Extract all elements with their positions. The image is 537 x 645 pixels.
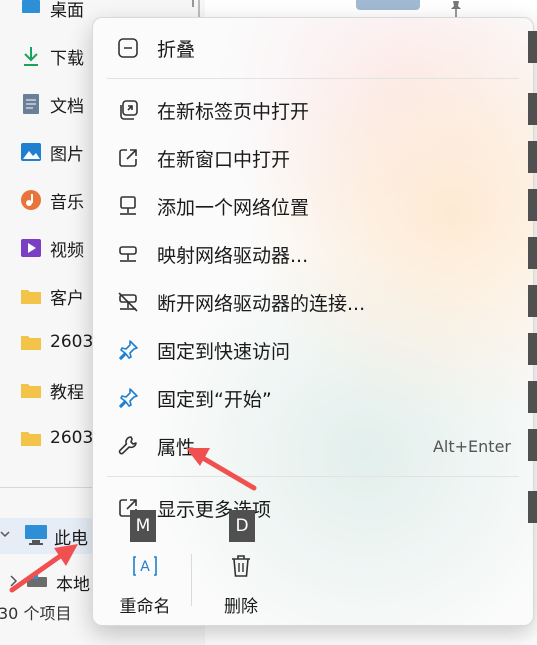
svg-text:A: A: [140, 559, 150, 575]
shortcut-label: Alt+Enter: [432, 436, 511, 456]
menu-item-disconnect-network-drive[interactable]: 断开网络驱动器的连接...: [93, 280, 533, 324]
keytip-delete: D: [229, 510, 255, 542]
nav-item-label: 视频: [50, 240, 84, 261]
menu-item-label: 添加一个网络位置: [157, 196, 310, 219]
rename-icon: A: [131, 552, 159, 580]
nav-item-documents[interactable]: 文档: [20, 88, 84, 120]
pin-icon: [115, 337, 141, 363]
trash-icon: [227, 552, 255, 580]
nav-item-label: 图片: [50, 144, 84, 165]
nav-item-folder[interactable]: 客户: [20, 280, 84, 312]
disconnect-drive-icon: [115, 289, 141, 315]
pictures-icon: [20, 141, 42, 163]
nav-item-folder[interactable]: 2603: [20, 422, 93, 454]
nav-item-downloads[interactable]: 下载: [20, 40, 84, 72]
keytip-edge: [528, 31, 537, 63]
annotation-arrow-properties: [186, 448, 257, 491]
nav-item-label: 音乐: [50, 192, 84, 213]
collapse-icon: [115, 35, 141, 61]
menu-separator: [107, 476, 519, 477]
keytip-edge: [528, 381, 537, 413]
menu-item-label: 固定到快速访问: [157, 340, 291, 363]
keytip-edge: [528, 285, 537, 317]
delete-button[interactable]: 删除: [197, 536, 285, 625]
annotation-arrow-this-pc: [9, 544, 78, 593]
keytip-edge: [528, 141, 537, 173]
new-window-icon: [115, 145, 141, 171]
context-menu-command-bar: A 重命名 删除: [93, 536, 533, 625]
menu-item-pin-to-start[interactable]: 固定到“开始”: [93, 376, 533, 420]
nav-item-music[interactable]: 音乐: [20, 184, 84, 216]
keytip-rename: M: [130, 510, 156, 542]
menu-item-collapse[interactable]: 折叠: [93, 26, 533, 70]
folder-icon: [20, 285, 42, 307]
rename-button[interactable]: A 重命名: [101, 536, 189, 625]
menu-item-show-more-options[interactable]: 显示更多选项: [93, 486, 533, 530]
menu-item-pin-quick-access[interactable]: 固定到快速访问: [93, 328, 533, 372]
menu-item-label: 在新标签页中打开: [157, 100, 310, 123]
keytip-edge: [528, 93, 537, 125]
keytip-edge: [528, 429, 537, 461]
pin-icon: [115, 385, 141, 411]
nav-item-label: 客户: [50, 288, 84, 309]
music-icon: [20, 189, 42, 211]
rename-label: 重命名: [119, 597, 171, 617]
nav-item-label: 教程: [50, 382, 84, 403]
menu-item-add-network-location[interactable]: 添加一个网络位置: [93, 184, 533, 228]
menu-item-properties[interactable]: 属性 Alt+Enter: [93, 424, 533, 468]
download-icon: [20, 45, 42, 67]
delete-label: 删除: [224, 597, 258, 617]
new-tab-icon: [115, 97, 141, 123]
nav-item-videos[interactable]: 视频: [20, 232, 84, 264]
keytip-edge: [528, 333, 537, 365]
nav-item-folder[interactable]: 2603: [20, 326, 93, 358]
nav-item-label: 下载: [50, 48, 84, 69]
menu-item-label: 在新窗口中打开: [157, 148, 291, 171]
wrench-icon: [115, 433, 141, 459]
map-drive-icon: [115, 241, 141, 267]
keytip-edge: [528, 491, 537, 523]
folder-icon: [20, 427, 42, 449]
menu-item-label: 映射网络驱动器...: [157, 244, 309, 267]
nav-item-folder[interactable]: 教程: [20, 374, 84, 406]
nav-item-desktop[interactable]: 桌面: [20, 0, 194, 24]
desktop-icon: [20, 0, 42, 19]
menu-item-label: 断开网络驱动器的连接...: [157, 292, 366, 315]
context-menu: 折叠 在新标签页中打开 在新窗口中打开 添加一个网络位置 映射网络驱动器... …: [92, 17, 534, 626]
menu-separator: [107, 78, 519, 79]
video-icon: [20, 237, 42, 259]
menu-item-label: 固定到“开始”: [157, 388, 272, 411]
keytip-edge: [528, 189, 537, 221]
menu-item-open-new-tab[interactable]: 在新标签页中打开: [93, 88, 533, 132]
document-icon: [20, 93, 42, 115]
menu-item-open-new-window[interactable]: 在新窗口中打开: [93, 136, 533, 180]
folder-icon: [20, 379, 42, 401]
nav-item-pictures[interactable]: 图片: [20, 136, 84, 168]
file-thumbnail[interactable]: [356, 0, 420, 10]
status-item-count: 30 个项目: [0, 604, 72, 623]
nav-item-label: 桌面: [50, 0, 84, 21]
pin-icon: [185, 0, 201, 8]
folder-icon: [20, 331, 42, 353]
menu-item-map-network-drive[interactable]: 映射网络驱动器...: [93, 232, 533, 276]
keytip-edge: [528, 237, 537, 269]
menu-item-label: 折叠: [157, 38, 196, 61]
nav-item-label: 文档: [50, 96, 84, 117]
command-bar-divider: [191, 554, 192, 606]
network-location-icon: [115, 193, 141, 219]
nav-item-label: 2603: [50, 332, 94, 352]
nav-item-label: 2603: [50, 428, 94, 448]
